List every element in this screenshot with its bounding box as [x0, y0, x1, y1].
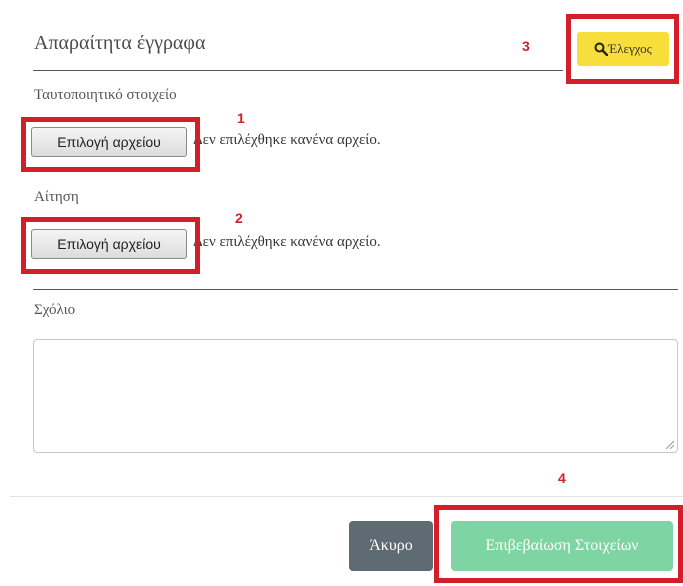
annotation-box-4	[434, 505, 683, 583]
dialog-title: Απαραίτητα έγγραφα	[34, 32, 206, 54]
footer-divider	[10, 496, 683, 497]
cancel-button[interactable]: Άκυρο	[349, 521, 433, 571]
annotation-box-2	[21, 217, 200, 274]
annotation-number-1: 1	[237, 110, 245, 126]
header-divider	[33, 70, 563, 71]
application-file-status: Δεν επιλέχθηκε κανένα αρχείο.	[193, 234, 381, 250]
annotation-number-2: 2	[235, 210, 243, 226]
comment-label: Σχόλιο	[34, 302, 76, 318]
annotation-number-3: 3	[522, 38, 530, 54]
id-document-label: Ταυτοποιητικό στοιχείο	[34, 87, 177, 103]
annotation-box-3	[566, 14, 679, 84]
application-label: Αίτηση	[34, 189, 79, 205]
annotation-box-1	[21, 117, 200, 172]
resize-grip-icon[interactable]	[665, 440, 674, 449]
comment-textarea[interactable]	[33, 339, 678, 453]
annotation-number-4: 4	[558, 470, 566, 486]
section-divider	[33, 289, 678, 290]
id-document-file-status: Δεν επιλέχθηκε κανένα αρχείο.	[193, 132, 381, 148]
